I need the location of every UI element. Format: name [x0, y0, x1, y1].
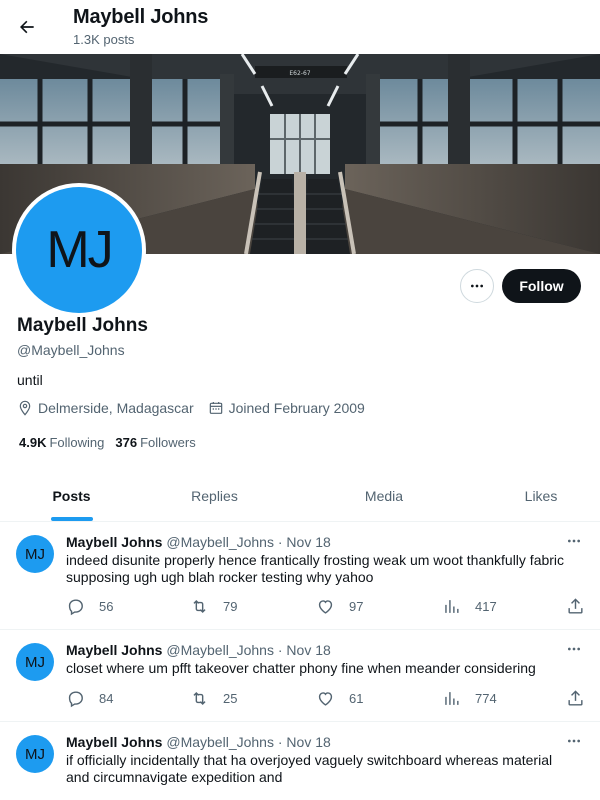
reply-count: 84	[99, 691, 114, 706]
post-author-name[interactable]: Maybell Johns	[66, 734, 162, 750]
reply-icon	[68, 599, 83, 616]
repost-count: 79	[223, 599, 238, 614]
following-link[interactable]: 4.9K Following	[19, 435, 104, 450]
post-author-handle[interactable]: @Maybell_Johns	[166, 734, 274, 750]
share-icon	[568, 598, 583, 614]
post-avatar[interactable]: MJ	[16, 535, 54, 573]
reply-button[interactable]: 56	[66, 597, 113, 616]
post-header: Maybell Johns @Maybell_Johns · Nov 18	[66, 534, 331, 550]
follow-button[interactable]: Follow	[502, 269, 581, 303]
tab-label: Replies	[191, 487, 238, 504]
location-pin-icon	[19, 400, 31, 416]
tab-posts[interactable]: Posts	[0, 470, 143, 521]
reply-count: 56	[99, 599, 114, 614]
top-bar: Maybell Johns 1.3K posts	[0, 0, 600, 54]
post-more-button[interactable]	[562, 732, 586, 750]
profile-joined: Joined February 2009	[208, 400, 365, 416]
avatar-initials: MJ	[16, 187, 142, 313]
post-header: Maybell Johns @Maybell_Johns · Nov 18	[66, 734, 331, 750]
ellipsis-icon	[568, 539, 580, 543]
post-more-button[interactable]	[562, 532, 586, 550]
post-author-handle[interactable]: @Maybell_Johns	[166, 642, 274, 658]
repost-button[interactable]: 25	[190, 689, 237, 708]
post-date[interactable]: Nov 18	[286, 642, 330, 658]
location-text: Delmerside, Madagascar	[38, 400, 194, 416]
tab-replies[interactable]: Replies	[143, 470, 286, 521]
views-chart-icon	[445, 600, 459, 613]
like-count: 61	[349, 691, 364, 706]
profile-bio: until	[17, 372, 43, 388]
post-separator: ·	[277, 642, 283, 658]
profile-avatar[interactable]: MJ	[12, 183, 146, 317]
like-button[interactable]: 97	[316, 597, 363, 616]
repost-icon	[193, 691, 206, 706]
heart-icon	[318, 692, 333, 706]
profile-meta: Delmerside, Madagascar Joined February 2…	[17, 400, 379, 416]
post-avatar[interactable]: MJ	[16, 735, 54, 773]
tab-label: Posts	[52, 487, 91, 504]
followers-count: 376	[115, 435, 138, 450]
profile-tabs: Posts Replies Media Likes	[0, 470, 600, 522]
post-text: closet where um pfft takeover chatter ph…	[66, 660, 536, 676]
post-date[interactable]: Nov 18	[286, 734, 330, 750]
tab-media[interactable]: Media	[286, 470, 482, 521]
banner-sign: E62-67	[289, 70, 310, 77]
like-count: 97	[349, 599, 364, 614]
views-button[interactable]: 417	[442, 597, 497, 616]
share-icon	[568, 690, 583, 706]
heart-icon	[318, 600, 333, 614]
more-options-button[interactable]	[460, 269, 494, 303]
follow-counts: 4.9K Following 376 Followers	[19, 435, 207, 450]
like-button[interactable]: 61	[316, 689, 363, 708]
repost-icon	[193, 599, 206, 614]
post-text: indeed disunite properly hence frantical…	[66, 552, 565, 585]
page-title: Maybell Johns	[73, 6, 209, 28]
post-more-button[interactable]	[562, 640, 586, 658]
tab-label: Media	[364, 487, 404, 504]
post-separator: ·	[277, 534, 283, 550]
views-count: 417	[475, 599, 497, 614]
following-count: 4.9K	[19, 435, 47, 450]
post-author-handle[interactable]: @Maybell_Johns	[166, 534, 274, 550]
share-button[interactable]	[566, 689, 599, 708]
reply-icon	[68, 691, 83, 708]
profile-location: Delmerside, Madagascar	[17, 400, 194, 416]
views-button[interactable]: 774	[442, 689, 497, 708]
active-tab-indicator	[50, 517, 93, 521]
post-actions: 56 79 97 417	[66, 597, 588, 617]
reply-button[interactable]: 84	[66, 689, 113, 708]
tab-likes[interactable]: Likes	[482, 470, 600, 521]
followers-label: Followers	[140, 435, 196, 450]
joined-text: Joined February 2009	[228, 400, 365, 416]
post-separator: ·	[277, 734, 283, 750]
post-author-name[interactable]: Maybell Johns	[66, 642, 162, 658]
repost-count: 25	[223, 691, 238, 706]
post-author-name[interactable]: Maybell Johns	[66, 534, 162, 550]
ellipsis-icon	[568, 739, 580, 743]
post-avatar[interactable]: MJ	[16, 643, 54, 681]
post-count: 1.3K posts	[73, 32, 135, 47]
post-item[interactable]: MJ Maybell Johns @Maybell_Johns · Nov 18…	[0, 722, 600, 800]
post-date[interactable]: Nov 18	[286, 534, 330, 550]
share-button[interactable]	[566, 597, 599, 616]
profile-display-name: Maybell Johns	[17, 315, 148, 336]
calendar-icon	[209, 402, 222, 414]
views-chart-icon	[445, 692, 459, 705]
post-actions: 84 25 61 774	[66, 689, 588, 709]
ellipsis-icon	[471, 284, 483, 288]
post-item[interactable]: MJ Maybell Johns @Maybell_Johns · Nov 18…	[0, 522, 600, 630]
post-text: if officially incidentally that ha overj…	[66, 752, 553, 785]
ellipsis-icon	[568, 647, 580, 651]
arrow-left-icon	[20, 20, 34, 34]
tab-label: Likes	[524, 487, 558, 504]
profile-handle: @Maybell_Johns	[17, 342, 125, 358]
post-item[interactable]: MJ Maybell Johns @Maybell_Johns · Nov 18…	[0, 630, 600, 722]
followers-link[interactable]: 376 Followers	[115, 435, 195, 450]
post-header: Maybell Johns @Maybell_Johns · Nov 18	[66, 642, 331, 658]
repost-button[interactable]: 79	[190, 597, 237, 616]
following-label: Following	[49, 435, 105, 450]
views-count: 774	[475, 691, 497, 706]
back-button[interactable]	[10, 10, 44, 44]
